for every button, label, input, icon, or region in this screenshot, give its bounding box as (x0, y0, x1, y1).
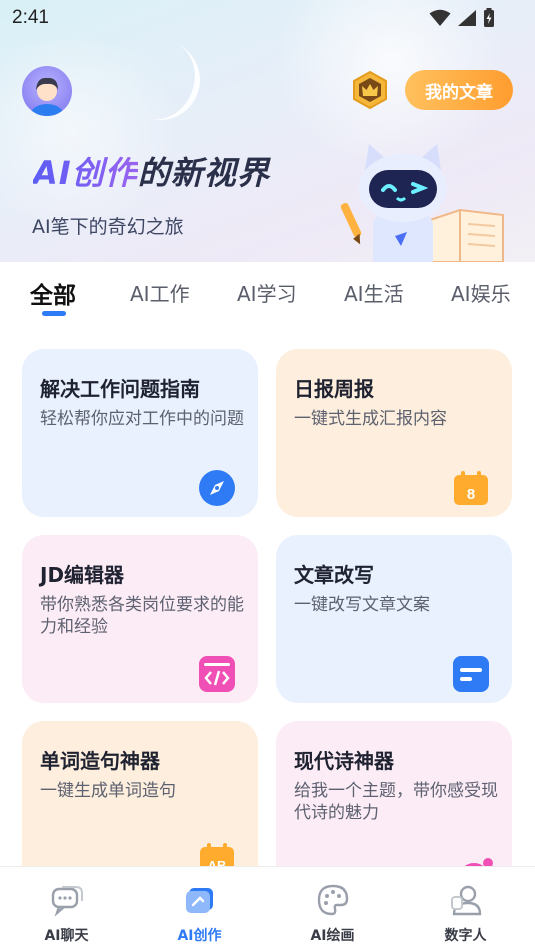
digital-human-icon (450, 885, 481, 916)
card-description: 给我一个主题，带你感受现代诗的魅力 (294, 781, 498, 823)
active-tab-indicator (42, 311, 66, 316)
card-title: 单词造句神器 (40, 749, 160, 773)
nav-label: AI绘画 (310, 928, 355, 944)
nav-digital-human[interactable]: 数字人 (399, 867, 532, 951)
crown-badge-icon[interactable] (350, 70, 390, 110)
tab-all[interactable]: 全部 (30, 276, 76, 310)
battery-icon (484, 8, 494, 27)
document-icon (453, 656, 489, 692)
nav-ai-chat[interactable]: AI聊天 (0, 867, 133, 951)
card-description: 带你熟悉各类岗位要求的能力和经验 (40, 595, 244, 637)
user-avatar[interactable] (22, 66, 72, 116)
card-title: JD编辑器 (40, 563, 125, 587)
nav-ai-creation[interactable]: AI创作 (133, 867, 266, 951)
palette-icon (317, 884, 348, 916)
my-articles-button[interactable]: 我的文章 (405, 70, 513, 110)
nav-ai-painting[interactable]: AI绘画 (266, 867, 399, 951)
compass-icon (199, 470, 235, 506)
card-title: 现代诗神器 (294, 749, 394, 773)
card-work-problem-guide[interactable]: 解决工作问题指南 轻松帮你应对工作中的问题 (22, 349, 258, 517)
card-article-rewrite[interactable]: 文章改写 一键改写文章文案 (276, 535, 512, 703)
hero-subtitle: AI笔下的奇幻之旅 (32, 216, 184, 238)
wifi-icon (429, 9, 451, 26)
category-tabs: 全部 AI工作 AI学习 AI生活 AI娱乐 (0, 262, 535, 322)
hero-title-rest: 的新视界 (137, 154, 270, 192)
card-description: 一键式生成汇报内容 (294, 409, 447, 429)
card-title: 文章改写 (294, 563, 374, 587)
calendar-icon: 8 (454, 471, 488, 505)
card-description: 一键生成单词造句 (40, 781, 176, 801)
tab-ai-life[interactable]: AI生活 (344, 278, 404, 307)
status-time: 2:41 (12, 7, 49, 28)
card-description: 一键改写文章文案 (294, 595, 430, 615)
creation-icon (185, 888, 213, 913)
hero-title-highlight: AI创作 (33, 154, 138, 192)
nav-label: AI创作 (177, 928, 222, 944)
tab-ai-entertainment[interactable]: AI娱乐 (451, 278, 511, 307)
status-bar: 2:41 (0, 0, 535, 36)
card-word-sentence-maker[interactable]: 单词造句神器 一键生成单词造句 AB (22, 721, 258, 889)
cellular-signal-icon (458, 10, 476, 26)
bottom-navigation: AI聊天 AI创作 AI绘画 数字人 (0, 866, 535, 951)
nav-label: 数字人 (444, 928, 487, 944)
hero-title: AI创作的新视界 (33, 148, 270, 194)
card-jd-editor[interactable]: JD编辑器 带你熟悉各类岗位要求的能力和经验 (22, 535, 258, 703)
card-title: 日报周报 (294, 377, 374, 401)
calendar-icon-text: 8 (467, 486, 475, 503)
card-daily-weekly-report[interactable]: 日报周报 一键式生成汇报内容 8 (276, 349, 512, 517)
tab-ai-study[interactable]: AI学习 (237, 278, 297, 307)
card-modern-poetry[interactable]: 现代诗神器 给我一个主题，带你感受现代诗的魅力 (276, 721, 512, 889)
chat-icon (51, 886, 83, 917)
robot-mascot-illustration (340, 144, 504, 262)
avatar-illustration (31, 77, 63, 116)
nav-label: AI聊天 (44, 928, 89, 944)
code-icon (199, 656, 235, 692)
tab-ai-work[interactable]: AI工作 (130, 278, 190, 307)
card-title: 解决工作问题指南 (40, 377, 200, 401)
status-icons (429, 8, 495, 28)
card-description: 轻松帮你应对工作中的问题 (40, 409, 244, 429)
hero-banner: 2:41 我的文章 AI创作的新视界 AI笔下的奇幻之旅 (0, 0, 535, 262)
